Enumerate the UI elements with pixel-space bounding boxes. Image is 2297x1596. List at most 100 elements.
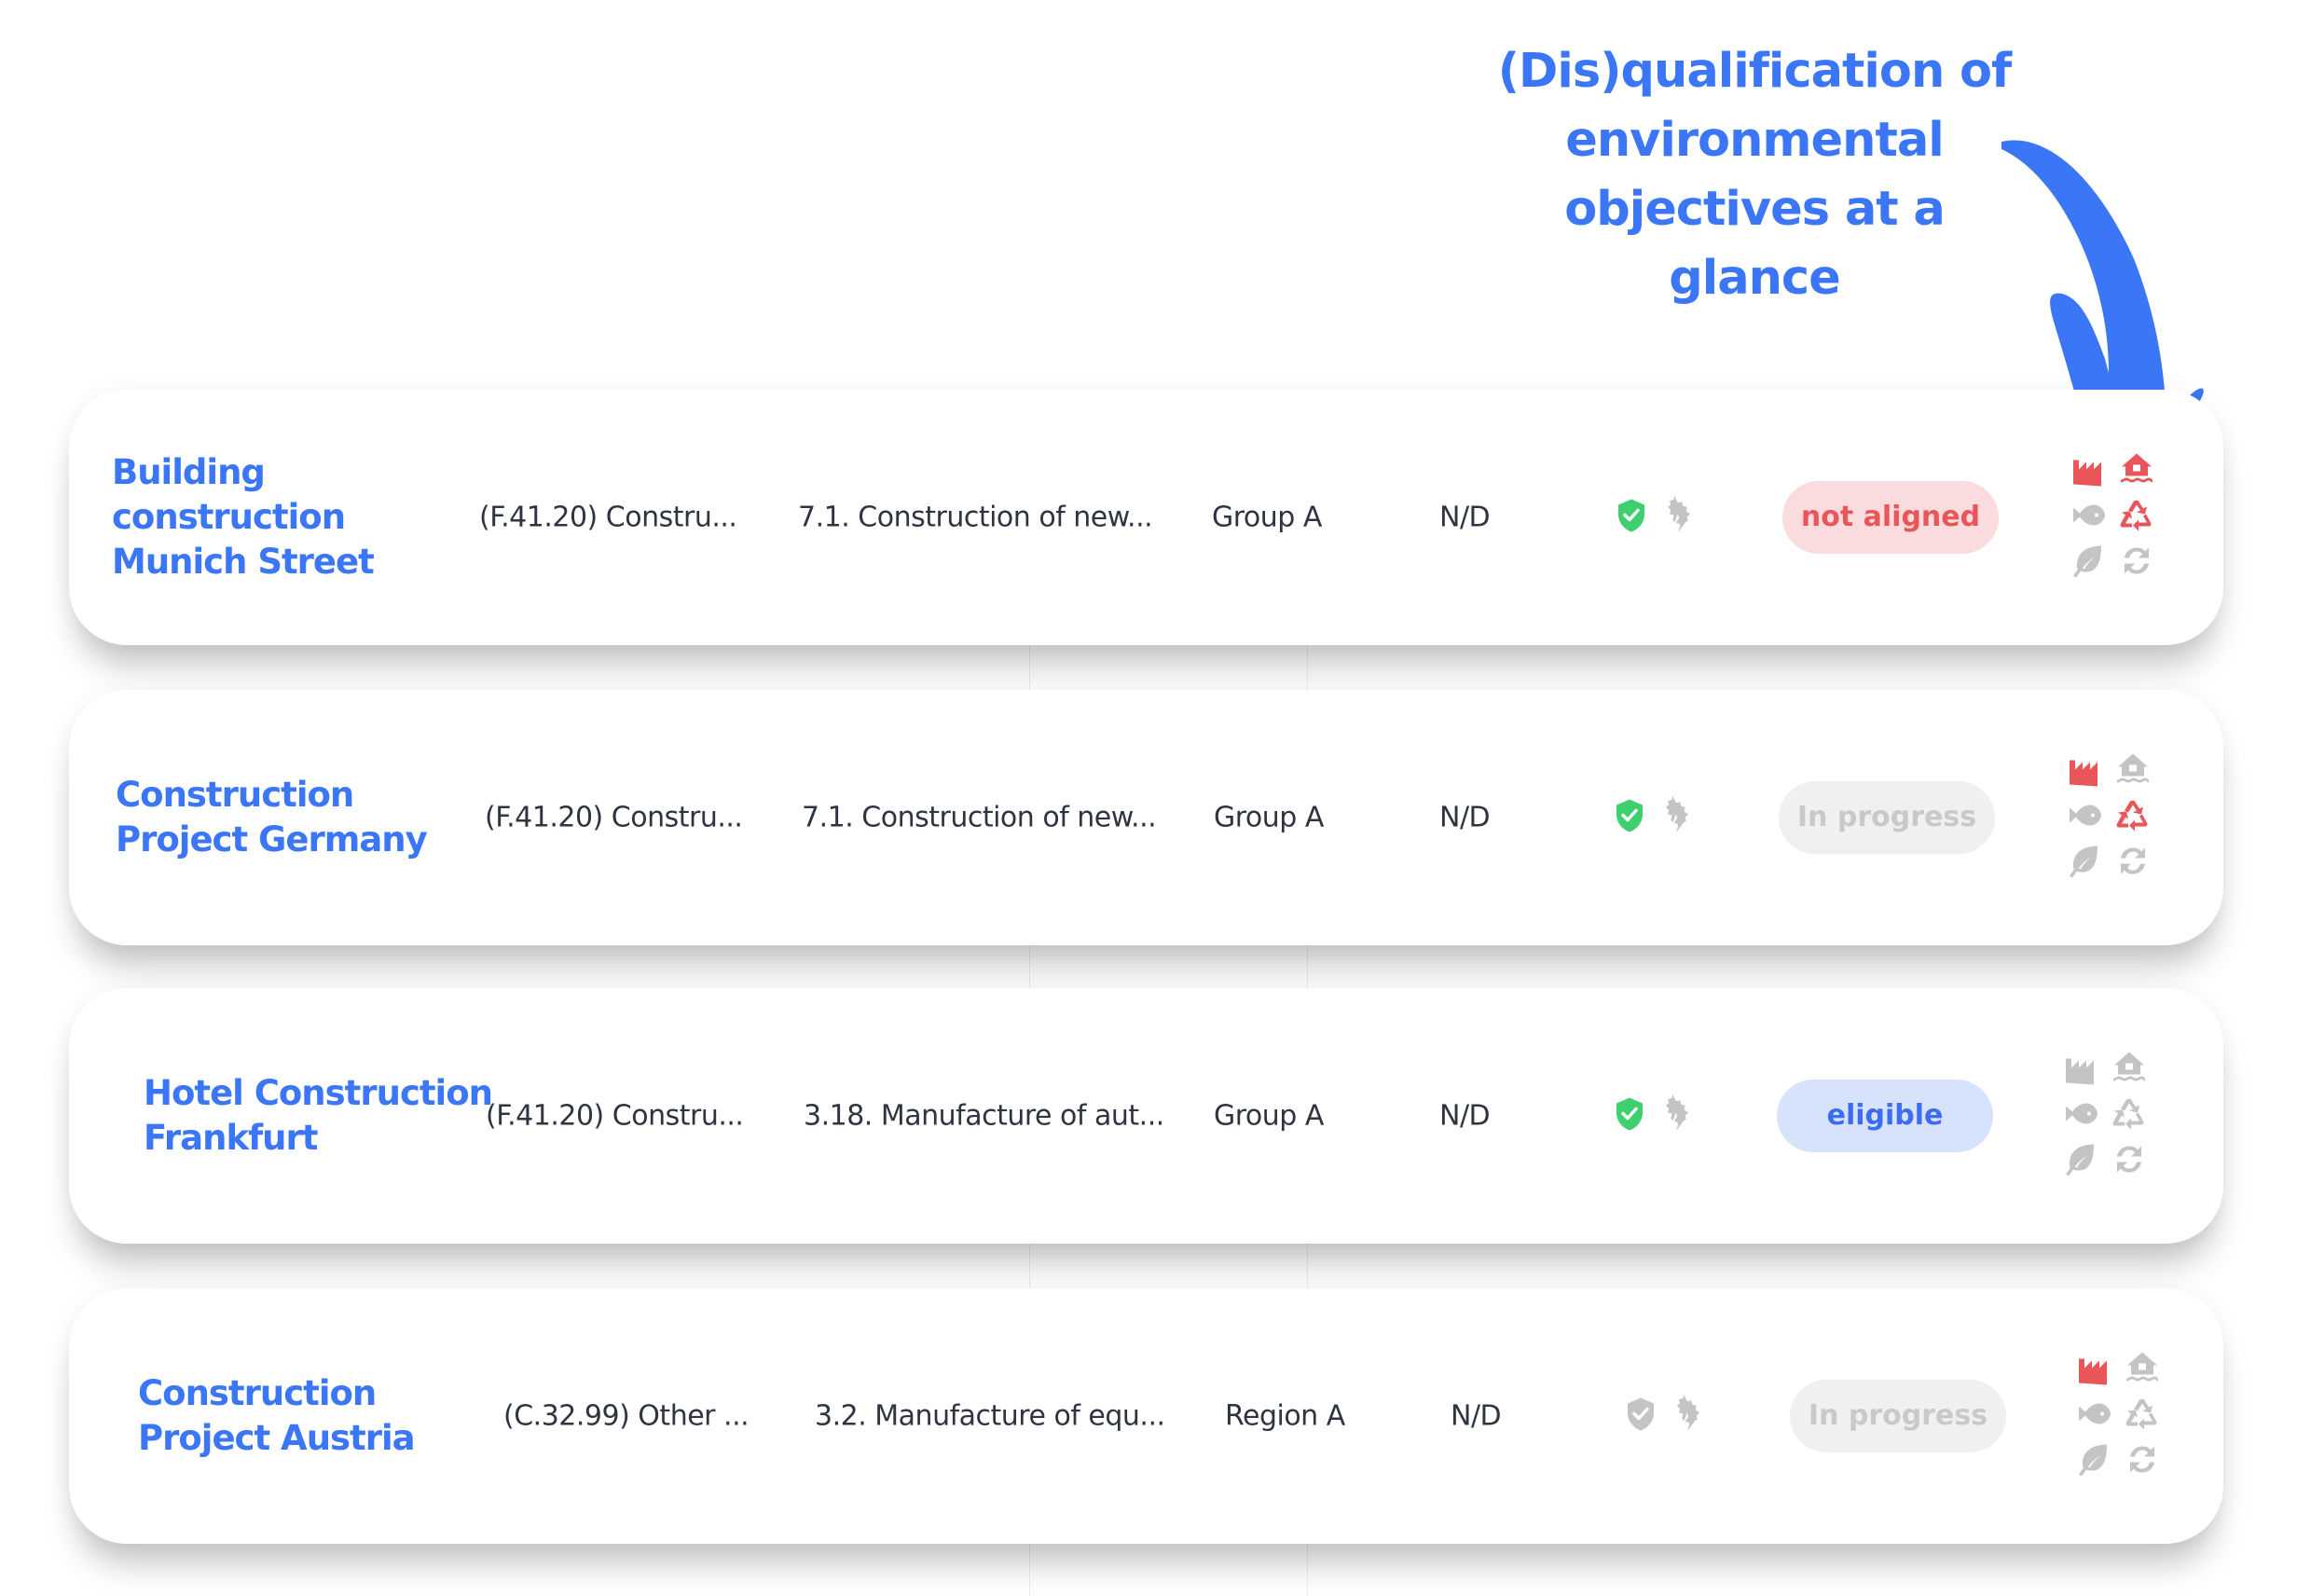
factory-icon: [2073, 460, 2101, 487]
status-badge: not aligned: [1782, 481, 1999, 554]
recycle-icon: [2112, 1098, 2144, 1130]
objective-pollution[interactable]: [2066, 751, 2103, 793]
environmental-objectives: [2064, 449, 2161, 586]
environmental-objectives: [2070, 1348, 2166, 1485]
project-name-link[interactable]: Construction Project Germany: [116, 773, 470, 862]
gear-bolt-icon: [1676, 1394, 1699, 1432]
project-row[interactable]: Hotel Construction Frankfurt (F.41.20) Co…: [69, 988, 2223, 1244]
factory-icon: [2070, 760, 2098, 787]
annotation-title: (Dis)qualification of environmental obje…: [1473, 37, 2036, 313]
group-label: Group A: [1212, 501, 1322, 534]
value-cell: N/D: [1439, 501, 1491, 534]
objective-circular[interactable]: [2124, 1396, 2161, 1438]
objective-water[interactable]: [2075, 1396, 2112, 1438]
taxonomy-activity: 3.18. Manufacture of aut...: [804, 1099, 1164, 1133]
objective-mitigation[interactable]: [2111, 1141, 2148, 1183]
house-flood-icon: [2117, 753, 2149, 783]
minimum-safeguards: [1622, 1396, 1659, 1438]
group-label: Group A: [1214, 801, 1324, 834]
annotation-line-1: (Dis)qualification of: [1497, 44, 2012, 99]
recycle-icon: [2116, 800, 2148, 832]
leaf-icon: [2066, 1144, 2094, 1176]
project-name-link[interactable]: Hotel Construction Frankfurt: [144, 1071, 498, 1161]
minimum-safeguards: [1613, 497, 1650, 539]
fish-icon: [2070, 805, 2101, 826]
leaf-icon: [2070, 846, 2098, 878]
objective-pollution[interactable]: [2070, 451, 2107, 493]
objective-mitigation[interactable]: [2118, 543, 2155, 585]
fish-icon: [2073, 504, 2105, 526]
objective-adaptation[interactable]: [2124, 1350, 2161, 1392]
nace-code: (F.41.20) Constru...: [485, 801, 743, 834]
objective-circular[interactable]: [2111, 1095, 2148, 1137]
shield-check-icon: [1618, 499, 1644, 532]
group-label: Group A: [1214, 1099, 1324, 1133]
leaf-icon: [2073, 545, 2101, 578]
house-flood-icon: [2121, 453, 2153, 483]
taxonomy-activity: 3.2. Manufacture of equ...: [815, 1399, 1165, 1433]
objective-adaptation[interactable]: [2111, 1050, 2148, 1092]
recycle-icon: [2125, 1398, 2157, 1430]
shield-check-icon: [1616, 1097, 1643, 1131]
sync-icon: [2125, 547, 2149, 574]
technical-screening: [1659, 495, 1700, 541]
recycle-icon: [2120, 500, 2152, 531]
nace-code: (F.41.20) Constru...: [479, 501, 737, 534]
objective-biodiversity[interactable]: [2066, 843, 2103, 885]
annotation-line-3: objectives at a glance: [1564, 182, 1946, 306]
project-row[interactable]: Construction Project Austria (C.32.99) Ot…: [69, 1288, 2223, 1544]
leaf-icon: [2079, 1444, 2107, 1477]
house-flood-icon: [2126, 1352, 2158, 1382]
taxonomy-activity: 7.1. Construction of new...: [798, 501, 1153, 534]
objective-biodiversity[interactable]: [2062, 1141, 2099, 1183]
objective-water[interactable]: [2066, 797, 2103, 839]
status-badge: In progress: [1790, 1380, 2006, 1452]
value-cell: N/D: [1439, 1099, 1491, 1133]
technical-screening: [1657, 1094, 1699, 1139]
taxonomy-activity: 7.1. Construction of new...: [802, 801, 1157, 834]
objective-adaptation[interactable]: [2118, 451, 2155, 493]
environmental-objectives: [2060, 750, 2157, 887]
sync-icon: [2130, 1446, 2154, 1473]
project-row[interactable]: Building construction Munich Street (F.41…: [69, 390, 2223, 645]
value-cell: N/D: [1439, 801, 1491, 834]
fish-icon: [2079, 1403, 2111, 1424]
objective-mitigation[interactable]: [2114, 843, 2152, 885]
gear-bolt-icon: [1667, 495, 1690, 533]
minimum-safeguards: [1611, 1095, 1648, 1137]
objective-circular[interactable]: [2114, 797, 2152, 839]
environmental-objectives: [2056, 1048, 2153, 1185]
nace-code: (C.32.99) Other ...: [503, 1399, 750, 1433]
factory-icon: [2066, 1058, 2094, 1085]
factory-icon: [2079, 1358, 2107, 1385]
house-flood-icon: [2113, 1052, 2145, 1081]
status-badge: In progress: [1779, 781, 1995, 854]
project-name-link[interactable]: Building construction Munich Street: [112, 450, 466, 585]
objective-circular[interactable]: [2118, 497, 2155, 539]
objective-pollution[interactable]: [2062, 1050, 2099, 1092]
minimum-safeguards: [1611, 797, 1648, 839]
annotation-line-2: environmental: [1565, 113, 1944, 168]
objective-water[interactable]: [2062, 1095, 2099, 1137]
sync-icon: [2121, 847, 2145, 874]
status-badge: eligible: [1777, 1080, 1993, 1152]
objective-biodiversity[interactable]: [2070, 543, 2107, 585]
sync-icon: [2117, 1146, 2141, 1173]
technical-screening: [1669, 1394, 1710, 1439]
gear-bolt-icon: [1665, 1094, 1688, 1132]
project-name-link[interactable]: Construction Project Austria: [138, 1371, 492, 1461]
technical-screening: [1657, 795, 1699, 841]
objective-mitigation[interactable]: [2124, 1441, 2161, 1483]
fish-icon: [2066, 1103, 2098, 1124]
gear-bolt-icon: [1665, 795, 1688, 833]
objective-adaptation[interactable]: [2114, 751, 2152, 793]
objective-water[interactable]: [2070, 497, 2107, 539]
objective-pollution[interactable]: [2075, 1350, 2112, 1392]
group-label: Region A: [1225, 1399, 1345, 1433]
nace-code: (F.41.20) Constru...: [486, 1099, 744, 1133]
value-cell: N/D: [1451, 1399, 1502, 1433]
shield-check-icon: [1628, 1397, 1654, 1431]
project-row[interactable]: Construction Project Germany (F.41.20) Co…: [69, 690, 2223, 945]
objective-biodiversity[interactable]: [2075, 1441, 2112, 1483]
shield-check-icon: [1616, 799, 1643, 832]
